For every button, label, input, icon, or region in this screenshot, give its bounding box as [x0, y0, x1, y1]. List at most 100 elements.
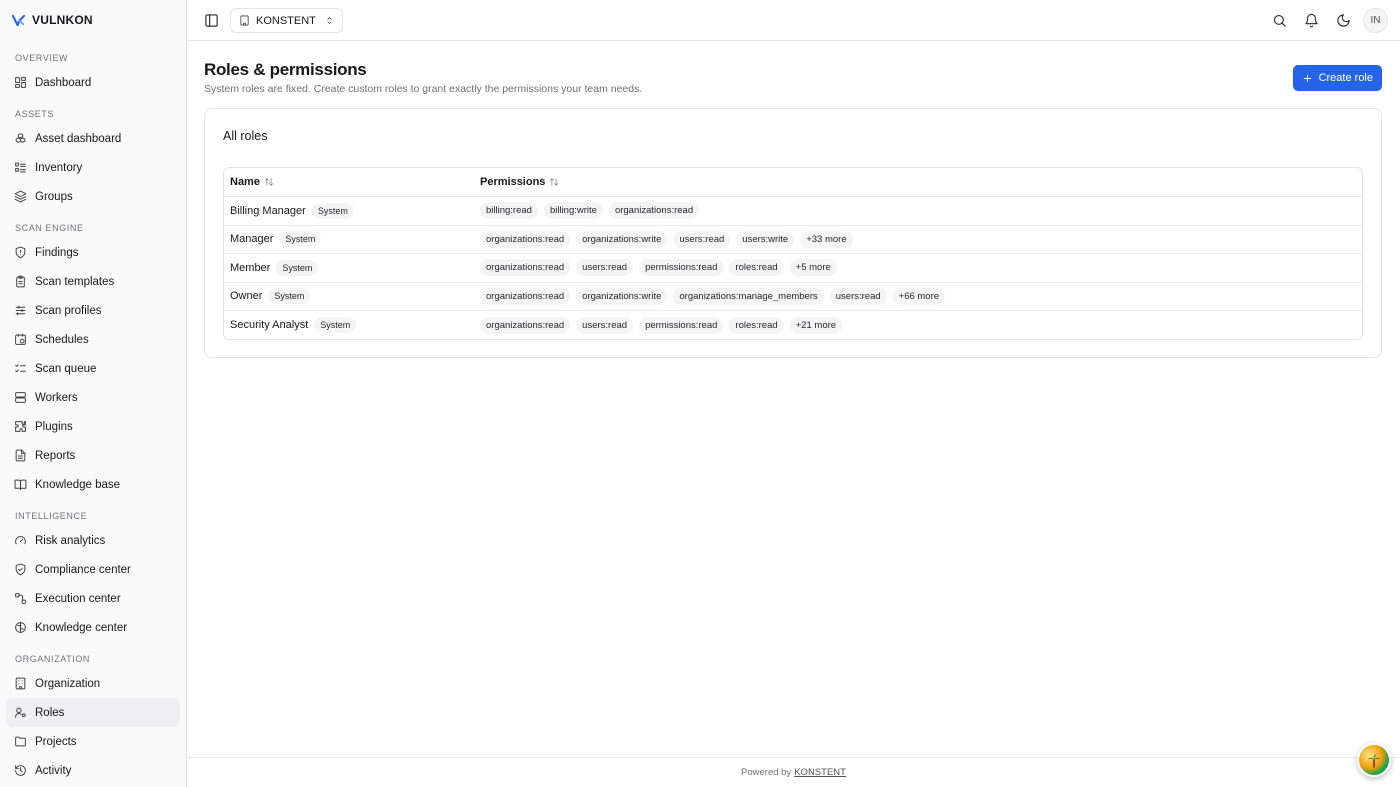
sidebar-item-groups[interactable]: Groups — [6, 182, 180, 211]
folder-icon — [15, 736, 26, 747]
plus-icon — [1303, 74, 1311, 82]
roles-card: All roles Name Permissions Billing Manag… — [204, 108, 1382, 358]
history-icon — [15, 765, 26, 776]
org-switcher[interactable]: KONSTENT — [230, 8, 343, 33]
sidebar-item-compliance-center[interactable]: Compliance center — [6, 555, 180, 584]
name-column-header[interactable]: Name — [230, 176, 274, 188]
permissions-column-header[interactable]: Permissions — [480, 176, 559, 188]
server-icon — [15, 392, 26, 403]
table-row[interactable]: Billing Manager System billing:read billing… — [224, 197, 1362, 226]
brand[interactable]: VULNKON — [0, 0, 186, 40]
sidebar-item-label: Scan profiles — [35, 304, 102, 317]
vulnkon-logo-icon — [11, 13, 26, 28]
bell-icon — [1304, 13, 1318, 27]
role-name: Manager — [230, 233, 274, 246]
sidebar-item-label: Projects — [35, 735, 77, 748]
assistant-avatar-button[interactable] — [1357, 743, 1391, 777]
more-permissions-chip[interactable]: +33 more — [800, 230, 853, 248]
chevrons-up-down-icon — [327, 17, 332, 24]
table-body: Billing Manager System billing:read billing… — [224, 197, 1362, 339]
sort-icon — [264, 178, 274, 186]
sidebar-item-execution-center[interactable]: Execution center — [6, 584, 180, 613]
permission-chip: users:read — [673, 230, 731, 248]
footer-prefix: Powered by — [741, 767, 792, 778]
nav-section-label: ORGANIZATION — [15, 654, 91, 664]
permission-chip: billing:read — [480, 202, 538, 220]
sidebar-item-workers[interactable]: Workers — [6, 383, 180, 412]
panel-left-icon — [204, 13, 218, 27]
sidebar-item-organization[interactable]: Organization — [6, 669, 180, 698]
toggle-sidebar-button[interactable] — [198, 7, 224, 33]
system-badge: System — [311, 202, 354, 219]
footer-link[interactable]: KONSTENT — [794, 767, 846, 778]
permissions-cell: organizations:read users:read permissions:… — [480, 316, 1362, 334]
sidebar-item-knowledge-base[interactable]: Knowledge base — [6, 470, 180, 499]
sidebar-item-scan-profiles[interactable]: Scan profiles — [6, 296, 180, 325]
nav-section-label: INTELLIGENCE — [15, 511, 88, 521]
table-row[interactable]: Member System organizations:read users:read… — [224, 254, 1362, 283]
building-icon — [15, 677, 26, 690]
table-row[interactable]: Security Analyst System organizations:read… — [224, 311, 1362, 339]
permission-chip: roles:read — [729, 316, 784, 334]
permission-chip: permissions:read — [639, 259, 724, 277]
sidebar-item-label: Execution center — [35, 592, 121, 605]
sidebar-item-inventory[interactable]: Inventory — [6, 153, 180, 182]
create-role-button[interactable]: Create role — [1292, 65, 1382, 91]
sidebar-item-activity[interactable]: Activity — [6, 756, 180, 785]
sidebar-item-label: Risk analytics — [35, 534, 106, 547]
sidebar-item-dashboard[interactable]: Dashboard — [6, 68, 180, 97]
card-title: All roles — [223, 129, 268, 143]
sidebar-item-label: Workers — [35, 391, 78, 404]
sidebar-item-plugins[interactable]: Plugins — [6, 412, 180, 441]
system-badge: System — [279, 231, 322, 248]
notifications-button[interactable] — [1298, 7, 1324, 33]
file-text-icon — [15, 449, 26, 462]
theme-toggle-button[interactable] — [1330, 7, 1356, 33]
shield-alert-icon — [15, 246, 26, 259]
more-permissions-chip[interactable]: +5 more — [789, 259, 837, 277]
permission-chip: organizations:read — [480, 259, 571, 277]
sidebar-item-label: Asset dashboard — [35, 132, 122, 145]
search-button[interactable] — [1266, 7, 1292, 33]
user-cog-icon — [15, 707, 26, 718]
sidebar-item-label: Compliance center — [35, 563, 131, 576]
table-header: Name Permissions — [224, 168, 1362, 197]
role-name: Billing Manager — [230, 204, 306, 217]
nav-section-label: OVERVIEW — [15, 53, 69, 63]
page-subtitle: System roles are fixed. Create custom ro… — [204, 83, 643, 95]
sidebar-item-label: Activity — [35, 764, 72, 777]
sidebar-item-asset-dashboard[interactable]: Asset dashboard — [6, 124, 180, 153]
shield-check-icon — [15, 563, 26, 576]
sidebar-item-label: Reports — [35, 449, 76, 462]
sidebar-item-label: Inventory — [35, 161, 83, 174]
puzzle-icon — [15, 421, 26, 432]
sidebar-item-schedules[interactable]: Schedules — [6, 325, 180, 354]
name-column-label: Name — [230, 176, 260, 188]
sidebar-item-findings[interactable]: Findings — [6, 238, 180, 267]
sidebar-item-reports[interactable]: Reports — [6, 441, 180, 470]
roles-table: Name Permissions Billing Manager System bi… — [223, 167, 1363, 340]
sidebar-item-scan-queue[interactable]: Scan queue — [6, 354, 180, 383]
sidebar-item-projects[interactable]: Projects — [6, 727, 180, 756]
sidebar-item-label: Knowledge center — [35, 621, 128, 634]
sidebar-item-label: Schedules — [35, 333, 89, 346]
more-permissions-chip[interactable]: +66 more — [892, 287, 946, 305]
user-avatar[interactable]: IN — [1363, 8, 1388, 33]
topbar: KONSTENT IN — [187, 0, 1400, 41]
permission-chip: roles:read — [729, 259, 784, 277]
sidebar-item-label: Organization — [35, 677, 101, 690]
more-permissions-chip[interactable]: +21 more — [789, 316, 843, 334]
page-title: Roles & permissions — [204, 60, 367, 79]
system-badge: System — [276, 259, 319, 276]
sidebar-item-scan-templates[interactable]: Scan templates — [6, 267, 180, 296]
main-content: Roles & permissions System roles are fix… — [187, 41, 1400, 787]
sidebar-item-risk-analytics[interactable]: Risk analytics — [6, 526, 180, 555]
table-row[interactable]: Owner System organizations:read organizatio… — [224, 283, 1362, 311]
permission-chip: organizations:read — [480, 316, 571, 334]
clipboard-icon — [16, 275, 25, 288]
sidebar-item-knowledge-center[interactable]: Knowledge center — [6, 613, 180, 642]
sidebar-item-roles[interactable]: Roles — [6, 698, 180, 727]
table-row[interactable]: Manager System organizations:read organizat… — [224, 226, 1362, 254]
permissions-cell: organizations:read organizations:write use… — [480, 230, 1362, 248]
permission-chip: organizations:manage_members — [673, 287, 824, 305]
